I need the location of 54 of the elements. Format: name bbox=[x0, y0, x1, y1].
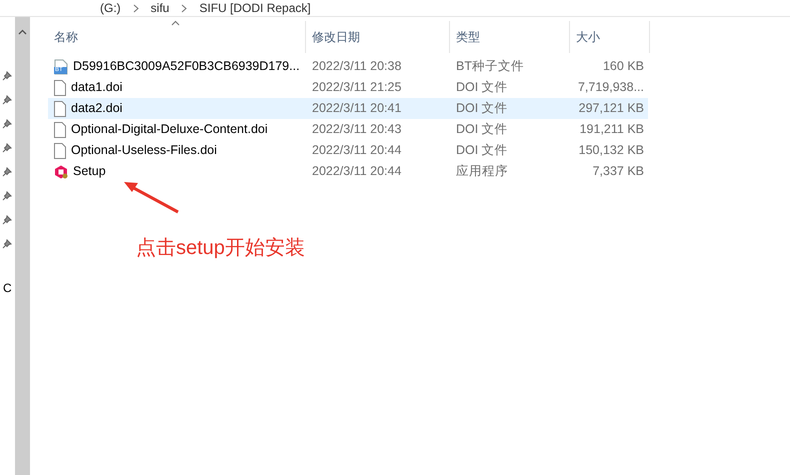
pin-icon[interactable] bbox=[2, 167, 12, 177]
app-icon bbox=[54, 164, 68, 178]
file-size: 160 KB bbox=[602, 58, 644, 76]
file-type: DOI 文件 bbox=[456, 121, 508, 138]
file-name: Optional-Digital-Deluxe-Content.doi bbox=[71, 121, 268, 138]
file-icon bbox=[54, 100, 66, 116]
column-header[interactable]: 大小 bbox=[576, 28, 600, 46]
file-type: DOI 文件 bbox=[456, 100, 508, 118]
file-date: 2022/3/11 20:44 bbox=[312, 142, 402, 160]
file-size: 191,211 KB bbox=[580, 121, 644, 138]
arrow-drawing bbox=[122, 180, 180, 214]
column-header[interactable]: 类型 bbox=[456, 28, 480, 46]
annotation-text: 点击setup开始安装 bbox=[136, 236, 305, 261]
file-size: 150,132 KB bbox=[578, 142, 644, 160]
torrent-file-icon bbox=[54, 58, 68, 74]
file-row[interactable]: data2.doi 2022/3/11 20:41 DOI 文件 297,121 KB bbox=[48, 98, 648, 119]
pin-icon[interactable] bbox=[2, 71, 12, 81]
sort-caret-icon bbox=[171, 20, 180, 26]
file-name: Optional-Useless-Files.doi bbox=[71, 142, 217, 160]
file-date: 2022/3/11 21:25 bbox=[312, 79, 402, 96]
scrollbar[interactable] bbox=[15, 17, 30, 475]
file-type: BT种子文件 bbox=[456, 58, 524, 76]
file-size: 7,337 KB bbox=[592, 163, 644, 180]
file-icon bbox=[54, 80, 66, 96]
file-icon bbox=[54, 122, 66, 138]
file-date: 2022/3/11 20:43 bbox=[312, 121, 402, 138]
column-header[interactable]: 名称 bbox=[54, 28, 78, 46]
file-name: D59916BC3009A52F0B3CB6939D179... bbox=[73, 58, 300, 76]
file-type: DOI 文件 bbox=[456, 142, 508, 160]
scroll-up-icon[interactable] bbox=[18, 29, 27, 35]
pin-icon[interactable] bbox=[2, 143, 12, 153]
file-name: data1.doi bbox=[71, 79, 122, 96]
nav-item-text[interactable]: C bbox=[3, 279, 12, 297]
file-date: 2022/3/11 20:41 bbox=[312, 100, 402, 118]
pin-icon[interactable] bbox=[2, 215, 12, 225]
file-type: DOI 文件 bbox=[456, 79, 508, 96]
chevron-icon bbox=[181, 4, 188, 12]
pin-icon[interactable] bbox=[2, 239, 12, 249]
breadcrumb-item[interactable]: (G:) bbox=[100, 1, 121, 15]
file-date: 2022/3/11 20:44 bbox=[312, 163, 402, 180]
breadcrumb-item[interactable]: sifu bbox=[150, 1, 170, 15]
file-size: 7,719,938... bbox=[578, 79, 644, 96]
pin-icon[interactable] bbox=[2, 119, 12, 129]
file-size: 297,121 KB bbox=[578, 100, 644, 118]
pin-icon[interactable] bbox=[2, 95, 12, 105]
column-header[interactable]: 修改日期 bbox=[312, 28, 360, 46]
chevron-icon bbox=[132, 4, 139, 12]
file-icon bbox=[54, 142, 66, 158]
file-name: data2.doi bbox=[71, 100, 122, 118]
file-name: Setup bbox=[73, 163, 106, 180]
file-type: 应用程序 bbox=[456, 163, 508, 180]
breadcrumb-item[interactable]: SIFU [DODI Repack] bbox=[199, 1, 311, 15]
file-date: 2022/3/11 20:38 bbox=[312, 58, 402, 76]
pin-icon[interactable] bbox=[2, 191, 12, 201]
